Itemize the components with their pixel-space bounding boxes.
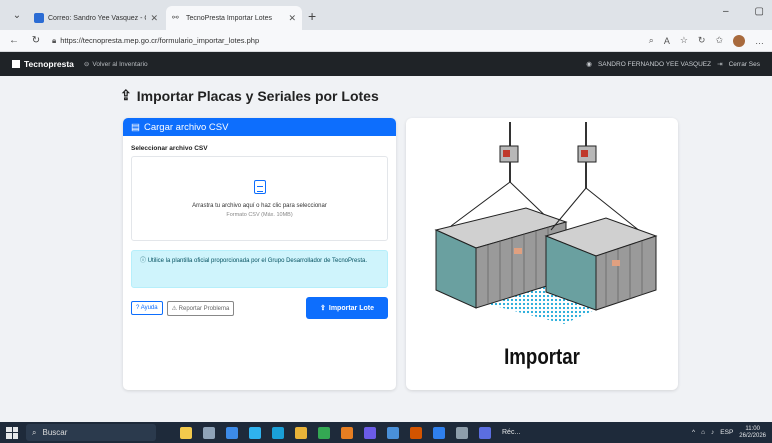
brand[interactable]: Tecnopresta	[12, 59, 74, 69]
close-tab-icon[interactable]: ✕	[150, 13, 158, 24]
browser-tabbar: ⌄ Correo: Sandro Yee Vasquez - Out ✕ ⚯ T…	[0, 0, 772, 30]
user-name: SANDRO FERNANDO YEE VASQUEZ	[597, 60, 712, 68]
building-icon	[12, 60, 20, 68]
network-icon[interactable]: ⌂	[701, 429, 705, 436]
browser-icon[interactable]	[272, 426, 284, 439]
back-arrow-icon[interactable]: ←	[8, 35, 20, 46]
refresh-extension-icon[interactable]: ↻	[698, 35, 706, 46]
back-circle-icon: ⊖	[83, 61, 90, 68]
taskbar-search[interactable]: ⌕ Buscar	[26, 424, 156, 441]
report-problem-button[interactable]: ⚠ Reportar Problema	[166, 300, 235, 316]
spreadsheet-file-icon	[253, 179, 266, 194]
profile-avatar[interactable]	[733, 34, 745, 47]
link-icon: ⚯	[172, 13, 179, 22]
windows-start-icon[interactable]	[6, 426, 18, 439]
windows-taskbar: ⌕ Buscar Réc... ^ ⌂ ♪ ESP 11:00 26/2/202…	[0, 422, 772, 443]
favorites-icon[interactable]: ✩	[715, 35, 723, 46]
chrome-icon[interactable]	[318, 426, 330, 439]
help-button[interactable]: ? Ayuda	[131, 301, 163, 315]
taskbar-apps: Réc...	[180, 426, 520, 439]
back-to-inventory-link[interactable]: ⊖ Volver al Inventario	[83, 60, 148, 69]
illustration-caption: Importar	[504, 344, 580, 369]
field-label: Seleccionar archivo CSV	[131, 145, 208, 152]
file-icon: ▤	[131, 121, 140, 133]
tab-tecnopresta[interactable]: ⚯ TecnoPresta Importar Lotes ✕	[166, 6, 302, 30]
zoom-icon[interactable]: ⌕	[649, 35, 654, 46]
tab-list-chevron-icon[interactable]: ⌄	[6, 4, 28, 26]
import-lot-button[interactable]: ⇪ Importar Lote	[306, 297, 388, 319]
vscode-icon[interactable]	[433, 426, 445, 439]
app-navbar: Tecnopresta ⊖ Volver al Inventario ◉ SAN…	[0, 52, 772, 76]
lock-icon: 🔒︎	[52, 35, 57, 45]
task-view-icon[interactable]	[203, 426, 215, 439]
minimize-icon[interactable]: –	[723, 6, 729, 17]
illustration-card: Importar	[406, 118, 678, 390]
volume-icon[interactable]: ♪	[711, 429, 714, 436]
containers-illustration	[434, 122, 658, 324]
app-icon[interactable]	[456, 426, 468, 439]
favorite-star-icon[interactable]: ☆	[680, 35, 688, 46]
edge-icon[interactable]	[249, 426, 261, 439]
copilot-icon[interactable]	[226, 426, 238, 439]
tray-chevron-icon[interactable]: ^	[692, 429, 695, 436]
window-controls: – ▢	[723, 6, 764, 17]
warning-icon: ⚠	[171, 305, 177, 312]
dropzone-text: Arrastra tu archivo aquí o haz clic para…	[192, 202, 327, 209]
restore-icon[interactable]: ▢	[755, 6, 764, 17]
more-menu-icon[interactable]: …	[755, 36, 764, 46]
card-header: ▤ Cargar archivo CSV	[123, 118, 396, 136]
info-alert: ⓘ Utilice la plantilla oficial proporcio…	[131, 250, 388, 288]
read-aloud-icon[interactable]: A	[664, 36, 670, 46]
logout-icon: ⇥	[717, 61, 723, 68]
tab-correo[interactable]: Correo: Sandro Yee Vasquez - Out ✕	[28, 6, 164, 30]
csv-dropzone[interactable]: Arrastra tu archivo aquí o haz clic para…	[131, 156, 388, 241]
address-bar-actions: ⌕ A ☆ ↻ ✩ …	[649, 34, 764, 47]
page-title: ⇪ Importar Placas y Seriales por Lotes	[120, 87, 379, 104]
info-icon: ⓘ	[140, 258, 147, 264]
clock[interactable]: 11:00 26/2/2026	[739, 426, 766, 440]
upload-card: ▤ Cargar archivo CSV Seleccionar archivo…	[123, 118, 396, 390]
new-tab-icon[interactable]: +	[308, 8, 316, 24]
store-icon[interactable]	[387, 426, 399, 439]
page-bottom	[0, 402, 772, 422]
firefox-icon[interactable]	[341, 426, 353, 439]
file-explorer-icon[interactable]	[295, 426, 307, 439]
outlook-icon	[34, 13, 44, 23]
reload-icon[interactable]: ↻	[30, 35, 42, 46]
running-app-label[interactable]: Réc...	[502, 429, 520, 436]
upload-icon: ⇪	[320, 305, 326, 312]
powerpoint-icon[interactable]	[410, 426, 422, 439]
address-bar: ← ↻ 🔒︎ https://tecnopresta.mep.go.cr/for…	[0, 30, 772, 52]
logout-link[interactable]: Cerrar Ses	[729, 61, 760, 68]
app-icon[interactable]	[479, 426, 491, 439]
user-circle-icon: ◉	[586, 61, 592, 68]
system-tray: ^ ⌂ ♪ ESP 11:00 26/2/2026	[692, 426, 766, 440]
user-area: ◉ SANDRO FERNANDO YEE VASQUEZ ⇥ Cerrar S…	[586, 60, 760, 69]
lang-indicator[interactable]: ESP	[720, 429, 733, 436]
close-tab-icon[interactable]: ✕	[288, 13, 296, 24]
teams-icon[interactable]	[364, 426, 376, 439]
upload-icon: ⇪	[120, 87, 132, 103]
url-field[interactable]: 🔒︎ https://tecnopresta.mep.go.cr/formula…	[52, 36, 639, 46]
dropzone-subtext: Formato CSV (Máx. 10MB)	[226, 211, 293, 218]
search-icon: ⌕	[32, 427, 37, 437]
question-icon: ?	[136, 305, 140, 311]
widget-icon[interactable]	[180, 426, 192, 439]
